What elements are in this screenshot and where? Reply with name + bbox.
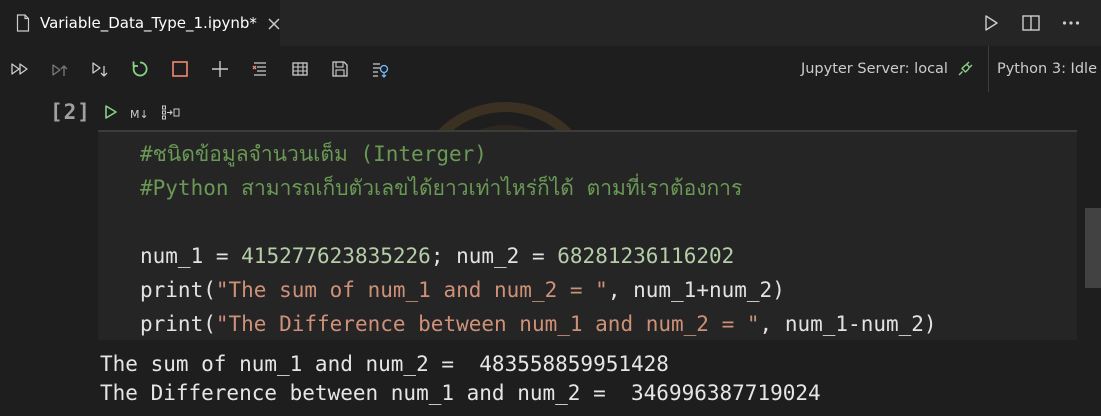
code-token: 68281236116202 <box>557 244 735 268</box>
code-token: print <box>140 278 204 302</box>
code-token: num_2 <box>708 278 773 302</box>
code-line: #ชนิดข้อมูลจำนวนเต็ม (Interger) <box>140 142 487 166</box>
code-token: ) <box>772 278 785 302</box>
code-token: ( <box>203 278 216 302</box>
more-actions-icon[interactable] <box>1061 13 1081 33</box>
code-token: "The sum of num_1 and num_2 = " <box>215 278 608 302</box>
tab-title: Variable_Data_Type_1.ipynb* <box>40 14 257 32</box>
output-line: The Difference between num_1 and num_2 =… <box>100 381 821 405</box>
scrollbar-thumb[interactable] <box>1085 208 1101 288</box>
run-cell-icon[interactable] <box>104 104 118 124</box>
restart-kernel-icon[interactable] <box>129 58 151 80</box>
code-token: = <box>215 244 242 268</box>
notebook-toolbar: Jupyter Server: local Python 3: Idle <box>0 46 1101 92</box>
code-token: print <box>140 312 204 336</box>
code-token: , <box>607 278 634 302</box>
split-editor-icon[interactable] <box>1021 13 1041 33</box>
code-token: ; <box>430 244 457 268</box>
code-cell-editor[interactable]: #ชนิดข้อมูลจำนวนเต็ม (Interger) #Python ส… <box>98 130 1077 340</box>
code-token: num_1 <box>140 244 216 268</box>
kernel-label[interactable]: Python 3: Idle <box>989 61 1101 77</box>
jupyter-server-label[interactable]: Jupyter Server: local <box>801 61 948 77</box>
run-all-cells-icon[interactable] <box>9 58 31 80</box>
markdown-toggle[interactable]: M↓ <box>130 108 149 121</box>
code-token: "The Difference between num_1 and num_2 … <box>215 312 760 336</box>
code-token: + <box>696 278 709 302</box>
run-below-icon[interactable] <box>89 58 111 80</box>
code-line: num_1 = 415277623835226; num_2 = 6828123… <box>140 244 734 268</box>
run-above-icon[interactable] <box>49 58 71 80</box>
code-line: print("The sum of num_1 and num_2 = ", n… <box>140 278 785 302</box>
code-token: = <box>531 244 558 268</box>
code-token: - <box>848 312 861 336</box>
export-icon[interactable] <box>369 58 391 80</box>
code-token: 415277623835226 <box>241 244 431 268</box>
editor-tab[interactable]: Variable_Data_Type_1.ipynb* <box>0 0 280 46</box>
code-line: print("The Difference between num_1 and … <box>140 312 937 336</box>
code-token: , <box>759 312 785 336</box>
run-all-icon[interactable] <box>981 13 1001 33</box>
notebook-editor: Variable_Data_Type_1.ipynb* Jupyter Serv… <box>0 0 1101 416</box>
close-icon[interactable] <box>267 16 281 30</box>
output-line: The sum of num_1 and num_2 = 48355885995… <box>100 352 669 376</box>
cell-toolbar: M↓ <box>104 103 193 125</box>
tab-bar: Variable_Data_Type_1.ipynb* <box>0 0 1101 46</box>
code-token: num_2 <box>456 244 532 268</box>
kernel-status-area: Jupyter Server: local Python 3: Idle <box>801 46 1101 92</box>
interrupt-kernel-icon[interactable] <box>169 58 191 80</box>
code-token: #ชนิดข้อมูลจำนวนเต็ม (Interger) <box>140 142 487 166</box>
variables-icon[interactable] <box>289 58 311 80</box>
code-token: ) <box>923 312 937 336</box>
code-token: ( <box>203 312 216 336</box>
save-icon[interactable] <box>329 58 351 80</box>
code-line: #Python สามารถเก็บตัวเลขได้ยาวเท่าไหร่ก็… <box>140 176 742 200</box>
run-by-line-icon[interactable] <box>161 104 181 124</box>
editor-actions <box>981 0 1101 46</box>
code-token: num_1 <box>784 312 849 336</box>
plug-icon[interactable] <box>956 60 974 78</box>
add-cell-icon[interactable] <box>209 58 231 80</box>
file-icon <box>16 14 30 32</box>
clear-outputs-icon[interactable] <box>249 58 271 80</box>
code-token: num_2 <box>860 312 924 336</box>
code-token: num_1 <box>633 278 697 302</box>
execution-count: [2] <box>50 100 91 124</box>
code-token: #Python สามารถเก็บตัวเลขได้ยาวเท่าไหร่ก็… <box>140 176 743 200</box>
